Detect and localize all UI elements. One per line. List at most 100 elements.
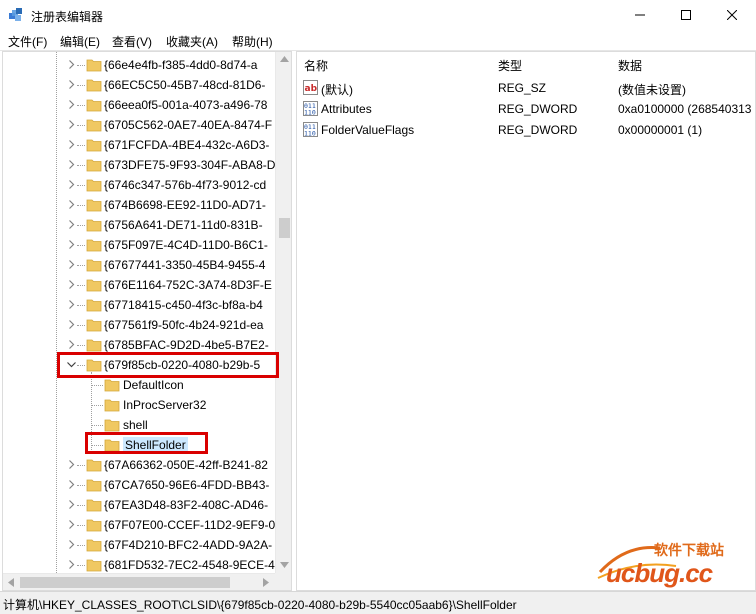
folder-icon	[86, 339, 102, 352]
folder-icon	[86, 79, 102, 92]
value-row[interactable]: 011 110 Attributes REG_DWORD 0xa0100000 (268…	[297, 98, 755, 119]
value-row[interactable]: 011 110 FolderValueFlags REG_DWORD 0x0000000…	[297, 119, 755, 140]
tree-item[interactable]: {67A66362-050E-42ff-B241-82	[3, 455, 275, 475]
chevron-right-icon[interactable]	[67, 500, 76, 509]
tree-item[interactable]: InProcServer32	[3, 395, 275, 415]
tree-item[interactable]: {673DFE75-9F93-304F-ABA8-D	[3, 155, 275, 175]
tree-item[interactable]: {671FCFDA-4BE4-432c-A6D3-	[3, 135, 275, 155]
scroll-right-icon[interactable]	[263, 578, 269, 587]
tree-connector	[77, 85, 85, 86]
chevron-right-icon[interactable]	[67, 300, 76, 309]
scroll-down-icon[interactable]	[280, 562, 289, 568]
scrollbar-corner	[275, 573, 291, 590]
chevron-right-icon[interactable]	[67, 560, 76, 569]
minimize-button[interactable]	[617, 0, 663, 30]
close-button[interactable]	[709, 0, 755, 30]
chevron-right-icon[interactable]	[67, 140, 76, 149]
tree-vertical-scrollbar[interactable]	[275, 52, 291, 573]
menu-help[interactable]: 帮助(H)	[232, 33, 273, 50]
menu-favorites[interactable]: 收藏夹(A)	[166, 33, 218, 50]
tree-item-label: {66EC5C50-45B7-48cd-81D6-	[104, 78, 266, 92]
folder-icon	[86, 59, 102, 72]
column-name[interactable]: 名称	[297, 52, 492, 74]
tree-item[interactable]: {676E1164-752C-3A74-8D3F-E	[3, 275, 275, 295]
tree-horizontal-scrollbar[interactable]	[3, 573, 275, 590]
value-list[interactable]: 名称 类型 数据 ab (默认) REG_SZ (数值未设置) 011 110 Attrib…	[296, 51, 756, 591]
tree-item[interactable]: {66eea0f5-001a-4073-a496-78	[3, 95, 275, 115]
chevron-right-icon[interactable]	[67, 260, 76, 269]
chevron-right-icon[interactable]	[67, 460, 76, 469]
dword-value-icon: 011110	[303, 101, 318, 116]
chevron-right-icon[interactable]	[67, 540, 76, 549]
tree-item[interactable]: {6705C562-0AE7-40EA-8474-F	[3, 115, 275, 135]
tree-vertical-scroll-thumb[interactable]	[279, 218, 290, 238]
tree-item[interactable]: {66e4e4fb-f385-4dd0-8d74-a	[3, 55, 275, 75]
tree-item[interactable]: {67718415-c450-4f3c-bf8a-b4	[3, 295, 275, 315]
folder-icon	[104, 419, 120, 432]
tree-item[interactable]: DefaultIcon	[3, 375, 275, 395]
scroll-up-icon[interactable]	[280, 56, 289, 62]
tree-connector	[92, 385, 103, 386]
tree-item-label: {671FCFDA-4BE4-432c-A6D3-	[104, 138, 270, 152]
folder-icon	[104, 399, 120, 412]
chevron-right-icon[interactable]	[67, 120, 76, 129]
tree-item-label: {6705C562-0AE7-40EA-8474-F	[104, 118, 273, 132]
tree-item[interactable]: {67F07E00-CCEF-11D2-9EF9-0	[3, 515, 275, 535]
tree-connector	[77, 205, 85, 206]
tree-item-label: {677561f9-50fc-4b24-921d-ea	[104, 318, 264, 332]
chevron-right-icon[interactable]	[67, 80, 76, 89]
tree-item-label: {6756A641-DE71-11d0-831B-	[104, 218, 263, 232]
tree-item[interactable]: {681FD532-7EC2-4548-9ECE-4	[3, 555, 275, 575]
watermark-brand: ucbug.cc	[606, 558, 713, 588]
chevron-right-icon[interactable]	[67, 60, 76, 69]
value-row[interactable]: ab (默认) REG_SZ (数值未设置)	[297, 77, 755, 98]
chevron-right-icon[interactable]	[67, 160, 76, 169]
key-tree[interactable]: {66e4e4fb-f385-4dd0-8d74-a {66EC5C50-45B7…	[2, 51, 292, 591]
value-name: Attributes	[321, 102, 372, 116]
scroll-left-icon[interactable]	[8, 578, 14, 587]
chevron-down-icon[interactable]	[67, 360, 76, 369]
folder-icon	[86, 319, 102, 332]
chevron-right-icon[interactable]	[67, 280, 76, 289]
chevron-right-icon[interactable]	[67, 200, 76, 209]
tree-item[interactable]: {67F4D210-BFC2-4ADD-9A2A-	[3, 535, 275, 555]
title-bar: 注册表编辑器	[0, 0, 756, 30]
tree-item-label: {674B6698-EE92-11D0-AD71-	[104, 198, 266, 212]
chevron-right-icon[interactable]	[67, 320, 76, 329]
column-type[interactable]: 类型	[491, 52, 612, 74]
tree-item[interactable]: {677561f9-50fc-4b24-921d-ea	[3, 315, 275, 335]
maximize-button[interactable]	[663, 0, 709, 30]
tree-horizontal-scroll-thumb[interactable]	[20, 577, 230, 588]
tree-item[interactable]: {675F097E-4C4D-11D0-B6C1-	[3, 235, 275, 255]
tree-item[interactable]: {67CA7650-96E6-4FDD-BB43-	[3, 475, 275, 495]
watermark-top-text: 软件下载站	[654, 542, 724, 558]
tree-item[interactable]: shell	[3, 415, 275, 435]
chevron-right-icon[interactable]	[67, 520, 76, 529]
chevron-right-icon[interactable]	[67, 220, 76, 229]
tree-item[interactable]: {6785BFAC-9D2D-4be5-B7E2-	[3, 335, 275, 355]
maximize-icon	[681, 10, 691, 20]
chevron-right-icon[interactable]	[67, 340, 76, 349]
tree-item-label: {67718415-c450-4f3c-bf8a-b4	[104, 298, 263, 312]
chevron-right-icon[interactable]	[67, 100, 76, 109]
tree-connector	[77, 245, 85, 246]
tree-connector	[77, 125, 85, 126]
tree-item[interactable]: ShellFolder	[3, 435, 275, 455]
menu-view[interactable]: 查看(V)	[112, 33, 152, 50]
tree-item[interactable]: {67EA3D48-83F2-408C-AD46-	[3, 495, 275, 515]
chevron-right-icon[interactable]	[67, 480, 76, 489]
tree-item[interactable]: {6756A641-DE71-11d0-831B-	[3, 215, 275, 235]
menu-file[interactable]: 文件(F)	[8, 33, 47, 50]
chevron-right-icon[interactable]	[67, 180, 76, 189]
tree-item[interactable]: {6746c347-576b-4f73-9012-cd	[3, 175, 275, 195]
tree-item-label: DefaultIcon	[123, 378, 184, 392]
menu-edit[interactable]: 编辑(E)	[60, 33, 100, 50]
menu-bar: 文件(F) 编辑(E) 查看(V) 收藏夹(A) 帮助(H)	[0, 30, 756, 51]
chevron-right-icon[interactable]	[67, 240, 76, 249]
tree-item[interactable]: {66EC5C50-45B7-48cd-81D6-	[3, 75, 275, 95]
column-data[interactable]: 数据	[611, 52, 755, 74]
tree-item[interactable]: {679f85cb-0220-4080-b29b-5	[3, 355, 275, 375]
tree-item[interactable]: {67677441-3350-45B4-9455-4	[3, 255, 275, 275]
tree-item[interactable]: {674B6698-EE92-11D0-AD71-	[3, 195, 275, 215]
tree-item-label: {67EA3D48-83F2-408C-AD46-	[104, 498, 269, 512]
